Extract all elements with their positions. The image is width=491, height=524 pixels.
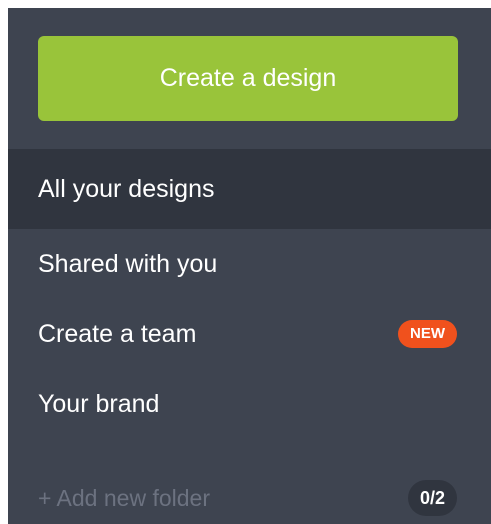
nav-item-label: Your brand: [38, 390, 160, 418]
sidebar-nav: All your designs Shared with you Create …: [8, 149, 491, 439]
nav-item-label: Shared with you: [38, 250, 218, 278]
nav-item-label: All your designs: [38, 175, 215, 203]
nav-item-your-brand[interactable]: Your brand: [8, 369, 491, 439]
nav-item-shared-with-you[interactable]: Shared with you: [8, 229, 491, 299]
sidebar: Create a design All your designs Shared …: [8, 8, 491, 524]
nav-item-create-a-team[interactable]: Create a team NEW: [8, 299, 491, 369]
nav-item-all-your-designs[interactable]: All your designs: [8, 149, 491, 229]
nav-item-label: Create a team: [38, 320, 197, 348]
folder-row: + Add new folder 0/2: [8, 476, 491, 520]
add-new-folder-link[interactable]: + Add new folder: [38, 476, 210, 520]
new-badge: NEW: [398, 320, 457, 348]
create-design-button[interactable]: Create a design: [38, 36, 458, 121]
folder-count-badge: 0/2: [407, 480, 457, 516]
